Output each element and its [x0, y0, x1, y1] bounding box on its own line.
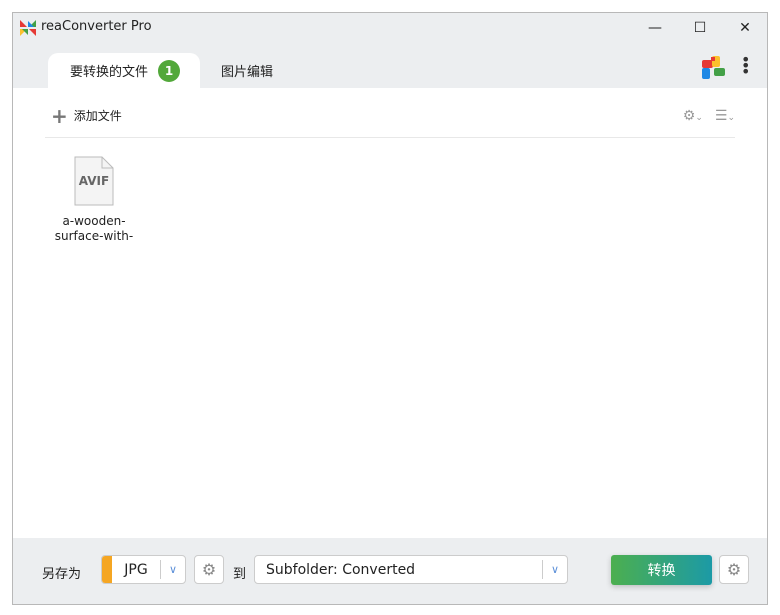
format-settings-button[interactable]: ⚙ [194, 555, 224, 584]
convert-settings-button[interactable]: ⚙ [719, 555, 749, 584]
gear-icon: ⚙ [726, 560, 742, 579]
minimize-button[interactable]: — [632, 13, 678, 43]
file-count-badge: 1 [158, 59, 181, 82]
tab-label: 要转换的文件 [70, 65, 149, 80]
app-menu-logo-icon[interactable] [699, 53, 729, 83]
divider [45, 137, 735, 138]
file-item[interactable]: AVIF a-wooden-surface-with- [45, 156, 143, 244]
save-as-label: 另存为 [42, 567, 82, 582]
app-window: reaConverter Pro — ☐ ✕ 要转换的文件 1 图片编辑 • • •… [12, 12, 768, 605]
format-value: JPG [124, 561, 148, 578]
file-list-area: + 添加文件 ⚙⌄ ☰⌄ AVIF a-wooden-surface-with- [13, 88, 767, 538]
title-bar: reaConverter Pro — ☐ ✕ [13, 13, 767, 43]
settings-dropdown-icon[interactable]: ⚙⌄ [683, 108, 703, 124]
file-name-line1: a-wooden- [62, 214, 126, 228]
file-type-label: AVIF [78, 174, 110, 188]
add-files-label: 添加文件 [73, 109, 122, 123]
format-select[interactable]: JPG ∨ [101, 555, 186, 584]
to-label: 到 [233, 567, 247, 582]
destination-select[interactable]: Subfolder: Converted ∨ [254, 555, 568, 584]
tab-bar: 要转换的文件 1 图片编辑 • • • [13, 43, 767, 88]
tab-image-editing[interactable]: 图片编辑 [221, 53, 273, 88]
format-color-strip [102, 556, 112, 583]
add-files-button[interactable]: + 添加文件 [51, 103, 122, 128]
plus-icon: + [51, 103, 68, 128]
file-name-line2: surface-with- [54, 229, 134, 243]
app-logo-icon [20, 20, 36, 36]
window-title: reaConverter Pro [41, 19, 152, 34]
gear-icon: ⚙ [201, 560, 217, 579]
bottom-bar: 另存为 JPG ∨ ⚙ 到 Subfolder: Converted ∨ 转换 … [13, 538, 767, 606]
maximize-button[interactable]: ☐ [677, 13, 723, 43]
tab-files-to-convert[interactable]: 要转换的文件 1 [48, 53, 200, 88]
view-mode-dropdown-icon[interactable]: ☰⌄ [715, 108, 735, 124]
chevron-down-icon: ∨ [542, 560, 567, 579]
convert-button[interactable]: 转换 [611, 555, 712, 585]
close-button[interactable]: ✕ [722, 13, 768, 43]
chevron-down-icon: ∨ [160, 560, 185, 579]
destination-value: Subfolder: Converted [266, 561, 416, 578]
more-options-button[interactable]: • • • [741, 52, 750, 80]
